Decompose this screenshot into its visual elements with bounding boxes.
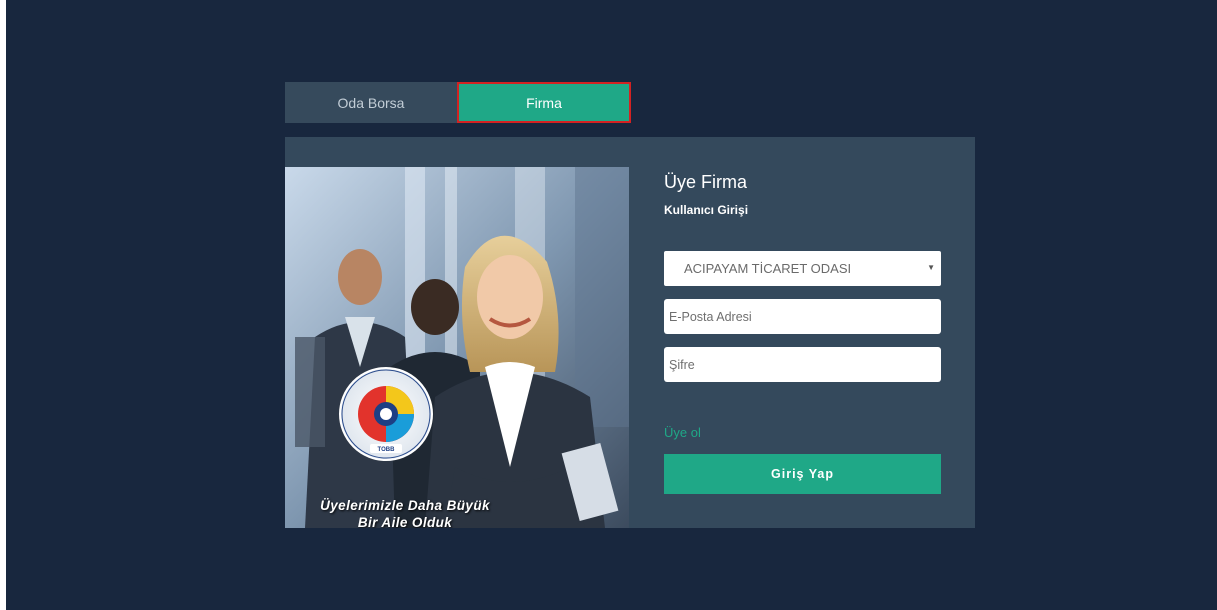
tab-oda-borsa-label: Oda Borsa [337, 94, 405, 111]
form-subtitle: Kullanıcı Girişi [664, 203, 749, 217]
login-card: TOBB Üyelerimizle Daha Büyük Bir Aile Ol… [285, 137, 975, 528]
tab-firma-label: Firma [526, 94, 562, 111]
email-placeholder: E-Posta Adresi [669, 309, 752, 324]
login-button-label: Giriş Yap [771, 467, 834, 481]
dropdown-arrow-icon: ▼ [927, 263, 935, 272]
email-field[interactable]: E-Posta Adresi [664, 299, 941, 334]
tobb-logo: TOBB [339, 367, 433, 461]
slogan-line-1: Üyelerimizle Daha Büyük [320, 498, 490, 513]
password-placeholder: Şifre [669, 357, 695, 372]
tobb-logo-abbr: TOBB [378, 447, 396, 453]
register-link[interactable]: Üye ol [664, 425, 701, 440]
password-field[interactable]: Şifre [664, 347, 941, 382]
promo-photo: TOBB Üyelerimizle Daha Büyük Bir Aile Ol… [285, 167, 629, 528]
login-button[interactable]: Giriş Yap [664, 454, 941, 494]
slogan-line-2: Bir Aile Olduk [357, 515, 453, 528]
tab-oda-borsa[interactable]: Oda Borsa [285, 82, 457, 123]
office-people-image: TOBB [285, 167, 629, 528]
promo-slogan: Üyelerimizle Daha Büyük Bir Aile Olduk [295, 497, 515, 528]
form-title: Üye Firma [664, 172, 748, 192]
chamber-select-value: ACIPAYAM TİCARET ODASI [684, 261, 852, 276]
tab-firma[interactable]: Firma [457, 82, 631, 123]
chamber-select[interactable]: ACIPAYAM TİCARET ODASI ▼ [664, 251, 941, 286]
